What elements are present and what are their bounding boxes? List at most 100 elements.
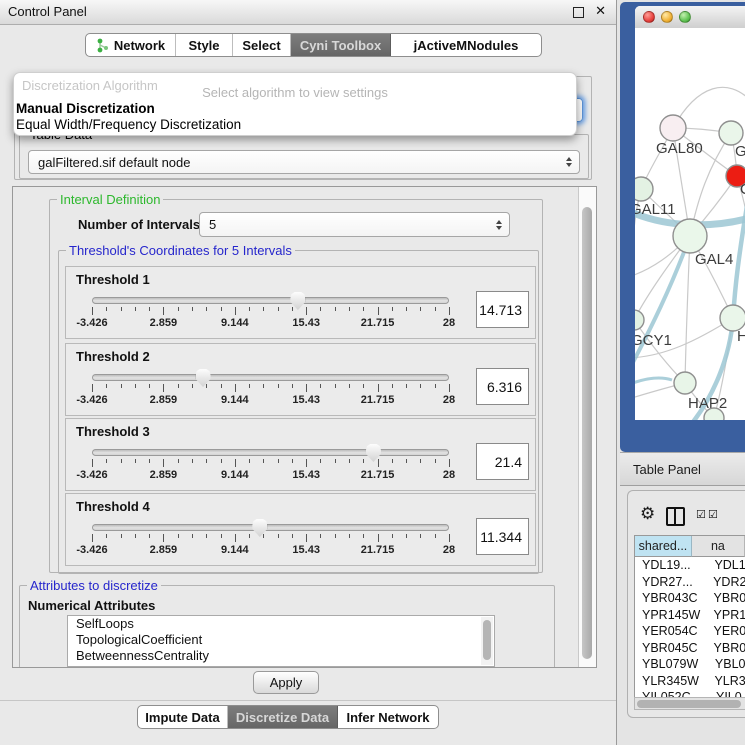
table-cell[interactable]: YBL079W bbox=[635, 656, 709, 673]
table-row[interactable]: YBL079WYBL0 bbox=[635, 656, 745, 673]
network-edge[interactable] bbox=[685, 236, 690, 383]
table-panel-bar: Table Panel bbox=[620, 452, 745, 486]
slider-scale-labels: -3.4262.8599.14415.4321.71528 bbox=[92, 544, 449, 557]
table-cell[interactable]: YER0 bbox=[708, 623, 745, 640]
table-data-combo[interactable]: galFiltered.sif default node bbox=[28, 150, 580, 174]
table-cell[interactable]: YDR27... bbox=[635, 574, 707, 591]
checkbox-icon[interactable]: ☑ bbox=[696, 508, 706, 521]
table-row[interactable]: YPR145WYPR1 bbox=[635, 607, 745, 624]
tab-discretize-data[interactable]: Discretize Data bbox=[228, 706, 338, 728]
slider-ticks bbox=[92, 459, 449, 468]
threshold-label: Threshold 2 bbox=[76, 349, 150, 364]
interval-definition-legend: Interval Definition bbox=[57, 192, 163, 207]
gear-icon[interactable]: ⚙ bbox=[640, 504, 655, 524]
threshold-value-field[interactable]: 21.4 bbox=[476, 443, 529, 480]
table-row[interactable]: YDL19...YDL1 bbox=[635, 557, 745, 574]
attribute-item[interactable]: BetweennessCentrality bbox=[68, 648, 494, 664]
table-row[interactable]: YDR27...YDR2 bbox=[635, 574, 745, 591]
threshold-panel: Threshold 4 -3.4262.8599.14415.4321.7152… bbox=[65, 493, 536, 566]
table-cell[interactable]: YBR045C bbox=[635, 640, 708, 657]
tab-network[interactable]: Network bbox=[86, 34, 176, 56]
table-panel-window: ⚙ ☑ ☑ shared... na YDL19...YDL1YDR27...Y… bbox=[627, 490, 745, 718]
threshold-slider[interactable] bbox=[92, 524, 449, 531]
checkbox-icon[interactable]: ☑ bbox=[708, 508, 718, 521]
table-cell[interactable]: YBR0 bbox=[708, 640, 745, 657]
table-cell[interactable]: YDR2 bbox=[707, 574, 745, 591]
attributes-scrollbar[interactable] bbox=[481, 617, 493, 665]
table-row[interactable]: YBR045CYBR0 bbox=[635, 640, 745, 657]
attribute-item[interactable]: TopologicalCoefficient bbox=[68, 632, 494, 648]
network-icon bbox=[96, 38, 109, 53]
table-data-value: galFiltered.sif default node bbox=[38, 155, 190, 170]
threshold-value-field[interactable]: 11.344 bbox=[476, 518, 529, 555]
tab-style[interactable]: Style bbox=[176, 34, 233, 56]
network-node[interactable] bbox=[719, 121, 743, 145]
tab-jactivemnodules[interactable]: jActiveMNodules bbox=[391, 34, 541, 56]
table-row[interactable]: YBR043CYBR0 bbox=[635, 590, 745, 607]
slider-scale-labels: -3.4262.8599.14415.4321.71528 bbox=[92, 469, 449, 482]
split-columns-icon[interactable] bbox=[666, 507, 685, 526]
tab-select[interactable]: Select bbox=[233, 34, 291, 56]
table-data-group: Table Data galFiltered.sif default node bbox=[19, 134, 589, 179]
attributes-legend: Attributes to discretize bbox=[27, 578, 161, 593]
number-of-intervals-combo[interactable]: 5 bbox=[199, 212, 510, 237]
apply-button[interactable]: Apply bbox=[253, 671, 319, 694]
divider bbox=[0, 700, 616, 701]
network-node[interactable] bbox=[635, 310, 644, 330]
float-window-icon[interactable] bbox=[573, 7, 584, 18]
threshold-slider[interactable] bbox=[92, 374, 449, 381]
table-cell[interactable]: YBR0 bbox=[708, 590, 745, 607]
threshold-value-field[interactable]: 14.713 bbox=[476, 291, 529, 328]
tab-cyni-toolbox[interactable]: Cyni Toolbox bbox=[291, 34, 391, 56]
close-traffic-light-icon[interactable] bbox=[643, 11, 655, 23]
column-header-shared-name[interactable]: shared... bbox=[635, 536, 692, 557]
network-edge-thick[interactable] bbox=[635, 378, 672, 384]
threshold-panel: Threshold 2 -3.4262.8599.14415.4321.7152… bbox=[65, 343, 536, 416]
threshold-slider[interactable] bbox=[92, 449, 449, 456]
threshold-panel: Threshold 1 -3.4262.8599.14415.4321.7152… bbox=[65, 266, 536, 339]
table-cell[interactable]: YDL1 bbox=[708, 557, 745, 574]
network-node[interactable] bbox=[660, 115, 686, 141]
table-cell[interactable]: YBL0 bbox=[709, 656, 745, 673]
network-edge[interactable] bbox=[635, 320, 685, 383]
table-horizontal-scrollbar[interactable] bbox=[634, 697, 745, 710]
table-row[interactable]: YLR345WYLR3 bbox=[635, 673, 745, 690]
number-of-intervals-label: Number of Intervals bbox=[78, 217, 200, 232]
network-node[interactable] bbox=[635, 177, 653, 201]
table-cell[interactable]: YDL19... bbox=[635, 557, 708, 574]
network-node[interactable] bbox=[673, 219, 707, 253]
node-table: shared... na YDL19...YDL1YDR27...YDR2YBR… bbox=[634, 535, 745, 710]
numerical-attributes-list[interactable]: SelfLoopsTopologicalCoefficientBetweenne… bbox=[67, 615, 495, 667]
dropdown-item-equal-width[interactable]: Equal Width/Frequency Discretization bbox=[16, 117, 241, 132]
attribute-item[interactable]: SelfLoops bbox=[68, 616, 494, 632]
tab-network-label: Network bbox=[114, 38, 165, 53]
dropdown-item-manual[interactable]: Manual Discretization bbox=[16, 101, 155, 116]
settings-scrollpane: Interval Definition Number of Intervals … bbox=[12, 186, 597, 668]
threshold-value-field[interactable]: 6.316 bbox=[476, 368, 529, 405]
threshold-label: Threshold 1 bbox=[76, 272, 150, 287]
minimize-traffic-light-icon[interactable] bbox=[661, 11, 673, 23]
combo-arrows-icon bbox=[566, 157, 572, 167]
network-node-label: GAL11 bbox=[635, 201, 676, 218]
table-cell[interactable]: YER054C bbox=[635, 623, 708, 640]
network-node[interactable] bbox=[674, 372, 696, 394]
network-node-label: G bbox=[735, 143, 745, 160]
table-cell[interactable]: YPR1 bbox=[708, 607, 745, 624]
zoom-traffic-light-icon[interactable] bbox=[679, 11, 691, 23]
settings-scrollbar[interactable] bbox=[578, 187, 596, 667]
table-row[interactable]: YER054CYER0 bbox=[635, 623, 745, 640]
network-window-titlebar bbox=[635, 6, 745, 29]
control-panel-titlebar: Control Panel ✕ bbox=[0, 0, 616, 25]
table-cell[interactable]: YLR345W bbox=[635, 673, 708, 690]
threshold-slider[interactable] bbox=[92, 297, 449, 304]
tab-impute-data[interactable]: Impute Data bbox=[138, 706, 228, 728]
table-cell[interactable]: YLR3 bbox=[708, 673, 745, 690]
table-cell[interactable]: YBR043C bbox=[635, 590, 708, 607]
network-canvas[interactable]: GAL80GCGAL11GAL4HGCY1HAP2 bbox=[635, 28, 745, 420]
slider-ticks bbox=[92, 384, 449, 393]
tab-infer-network[interactable]: Infer Network bbox=[338, 706, 438, 728]
table-cell[interactable]: YPR145W bbox=[635, 607, 708, 624]
close-icon[interactable]: ✕ bbox=[595, 3, 606, 19]
cyni-bottom-tabbar: Impute Data Discretize Data Infer Networ… bbox=[137, 705, 439, 729]
column-header-name[interactable]: na bbox=[692, 536, 745, 557]
